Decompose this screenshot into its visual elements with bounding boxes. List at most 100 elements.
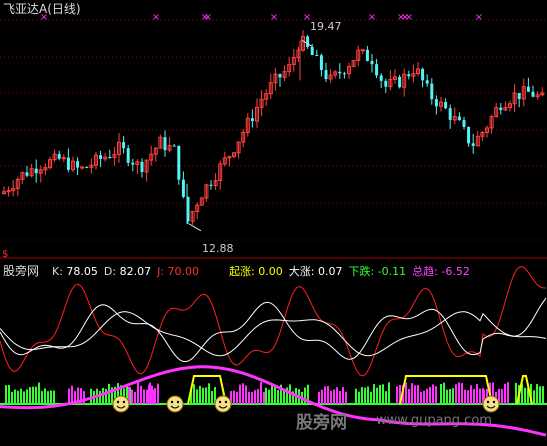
green-signal-bar: [53, 390, 55, 404]
smiley-eye: [116, 400, 120, 404]
magenta-signal-bar: [260, 382, 262, 404]
green-signal-bar: [99, 390, 101, 404]
green-signal-bar: [208, 383, 210, 404]
candle-body: [365, 49, 369, 62]
green-signal-bar: [440, 384, 442, 404]
candle-body: [163, 137, 167, 151]
high-price-label: 19.47: [310, 20, 342, 33]
candle-body: [25, 172, 29, 176]
green-signal-bar: [8, 384, 10, 404]
magenta-signal-bar: [146, 389, 148, 404]
readout-value: -6.52: [437, 265, 470, 278]
candle-body: [531, 91, 535, 97]
green-signal-bar: [17, 390, 19, 404]
magenta-signal-bar: [248, 391, 250, 404]
green-signal-bar: [274, 385, 276, 404]
readout-value: 0.07: [314, 265, 343, 278]
smiley-eye: [122, 400, 126, 404]
candle-body: [425, 80, 429, 84]
magenta-signal-bar: [464, 389, 466, 404]
green-signal-bar: [202, 387, 204, 404]
magenta-signal-bar: [151, 385, 153, 404]
magenta-signal-bar: [426, 388, 428, 404]
green-signal-bar: [385, 391, 387, 404]
green-signal-bar: [364, 387, 366, 404]
candle-body: [384, 80, 388, 87]
magenta-signal-bar: [417, 384, 419, 404]
candle-body: [444, 102, 448, 109]
candle-body: [181, 179, 185, 197]
candle-body: [108, 157, 112, 159]
low-price-label: 12.88: [202, 242, 234, 255]
green-signal-bar: [196, 389, 198, 404]
candle-body: [407, 74, 411, 77]
readout-label: K:: [52, 265, 63, 278]
magenta-signal-bar: [134, 391, 136, 404]
magenta-signal-bar: [137, 382, 139, 404]
magenta-signal-bar: [473, 389, 475, 404]
green-signal-bar: [265, 387, 267, 404]
green-signal-bar: [41, 391, 43, 404]
candle-body: [310, 46, 314, 55]
green-signal-bar: [446, 389, 448, 404]
magenta-signal-bar: [467, 390, 469, 404]
green-signal-bar: [199, 385, 201, 404]
green-signal-bar: [14, 389, 16, 404]
green-signal-bar: [47, 391, 49, 404]
green-signal-bar: [358, 391, 360, 404]
magenta-signal-bar: [71, 385, 73, 404]
green-signal-bar: [539, 386, 541, 404]
magenta-signal-bar: [83, 391, 85, 404]
candle-body: [526, 86, 530, 92]
green-signal-bar: [193, 384, 195, 404]
magenta-signal-bar: [507, 382, 509, 404]
dollar-marker: $: [2, 249, 9, 260]
candle-body: [57, 153, 61, 159]
candle-body: [85, 167, 89, 169]
magenta-signal-bar: [470, 385, 472, 404]
green-signal-bar: [38, 382, 40, 404]
watermark-url: www.gupang.com: [376, 413, 492, 428]
candle-body: [462, 120, 466, 127]
indicator-readouts: K: 78.05 D: 82.07 J: 70.00 起涨: 0.00 大涨: 0.07…: [52, 265, 476, 278]
candle-body: [457, 116, 461, 121]
green-signal-bar: [105, 388, 107, 404]
smiley-eye: [224, 400, 228, 404]
readout-value: -0.11: [374, 265, 407, 278]
magenta-signal-bar: [157, 383, 159, 404]
candle-body: [430, 83, 434, 100]
magenta-signal-bar: [233, 390, 235, 404]
green-signal-bar: [373, 384, 375, 404]
magenta-signal-bar: [131, 389, 133, 404]
magenta-signal-bar: [429, 386, 431, 404]
readout-value: 70.00: [164, 265, 200, 278]
magenta-signal-bar: [414, 385, 416, 404]
stock-chart: × × ×× × × × ××× ×: [0, 12, 547, 437]
green-signal-bar: [108, 383, 110, 404]
magenta-signal-bar: [257, 389, 259, 404]
smiley-eye: [492, 400, 496, 404]
signal-marker: ×: [475, 12, 483, 23]
magenta-signal-bar: [408, 388, 410, 404]
candle-body: [177, 145, 181, 180]
signal-marker: ×: [405, 12, 413, 23]
candle-body: [319, 55, 323, 71]
magenta-signal-bar: [479, 388, 481, 404]
green-signal-bar: [5, 385, 7, 404]
green-signal-bar: [29, 387, 31, 404]
green-signal-bar: [271, 384, 273, 404]
candle-body: [448, 108, 452, 120]
green-signal-bar: [283, 390, 285, 404]
green-signal-bar: [277, 389, 279, 404]
magenta-signal-bar: [245, 385, 247, 404]
candlesticks: [2, 30, 545, 225]
readout-value: 0.00: [254, 265, 283, 278]
magenta-signal-bar: [432, 384, 434, 404]
candle-body: [499, 107, 503, 111]
candle-body: [421, 68, 425, 81]
magenta-signal-bar: [455, 384, 457, 404]
green-signal-bar: [443, 382, 445, 404]
candle-body: [467, 126, 471, 144]
green-signal-bar: [268, 389, 270, 404]
candle-body: [370, 61, 374, 65]
